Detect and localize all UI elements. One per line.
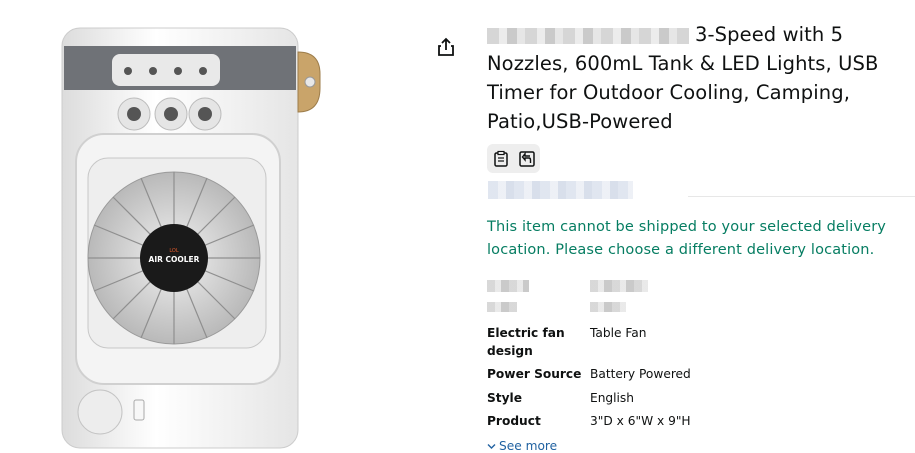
- clipboard-icon[interactable]: [490, 148, 512, 170]
- redacted-brand: [487, 27, 689, 44]
- redacted-spec-key-2: [487, 302, 517, 312]
- chevron-down-icon: [487, 443, 496, 449]
- redacted-spec-value-2: [590, 302, 626, 312]
- badge-small-text: LOL: [169, 248, 179, 254]
- spec-value: Table Fan: [590, 326, 647, 340]
- redacted-rating: [488, 181, 633, 199]
- redacted-spec-value-1: [590, 280, 648, 292]
- feedback-icon[interactable]: [516, 148, 538, 170]
- title-tools: [487, 144, 540, 173]
- product-image[interactable]: LOL AIR COOLER: [52, 16, 324, 452]
- spec-key: Style: [487, 391, 522, 405]
- see-more-link[interactable]: See more: [487, 439, 557, 453]
- spec-key: Electric fan design: [487, 326, 565, 358]
- spec-value: Battery Powered: [590, 367, 691, 381]
- delivery-message: This item cannot be shipped to your sele…: [487, 219, 887, 258]
- section-divider: [688, 196, 915, 197]
- spec-value: 3"D x 6"W x 9"H: [590, 414, 691, 428]
- product-title: 3-Speed with 5 Nozzles, 600mL Tank & LED…: [487, 20, 892, 136]
- badge-text: AIR COOLER: [149, 255, 200, 264]
- redacted-spec-key-1: [487, 280, 529, 292]
- spec-key: Product: [487, 414, 541, 428]
- spec-key: Power Source: [487, 367, 582, 381]
- share-icon[interactable]: [435, 36, 457, 58]
- spec-value: English: [590, 391, 635, 405]
- see-more-label: See more: [499, 439, 558, 453]
